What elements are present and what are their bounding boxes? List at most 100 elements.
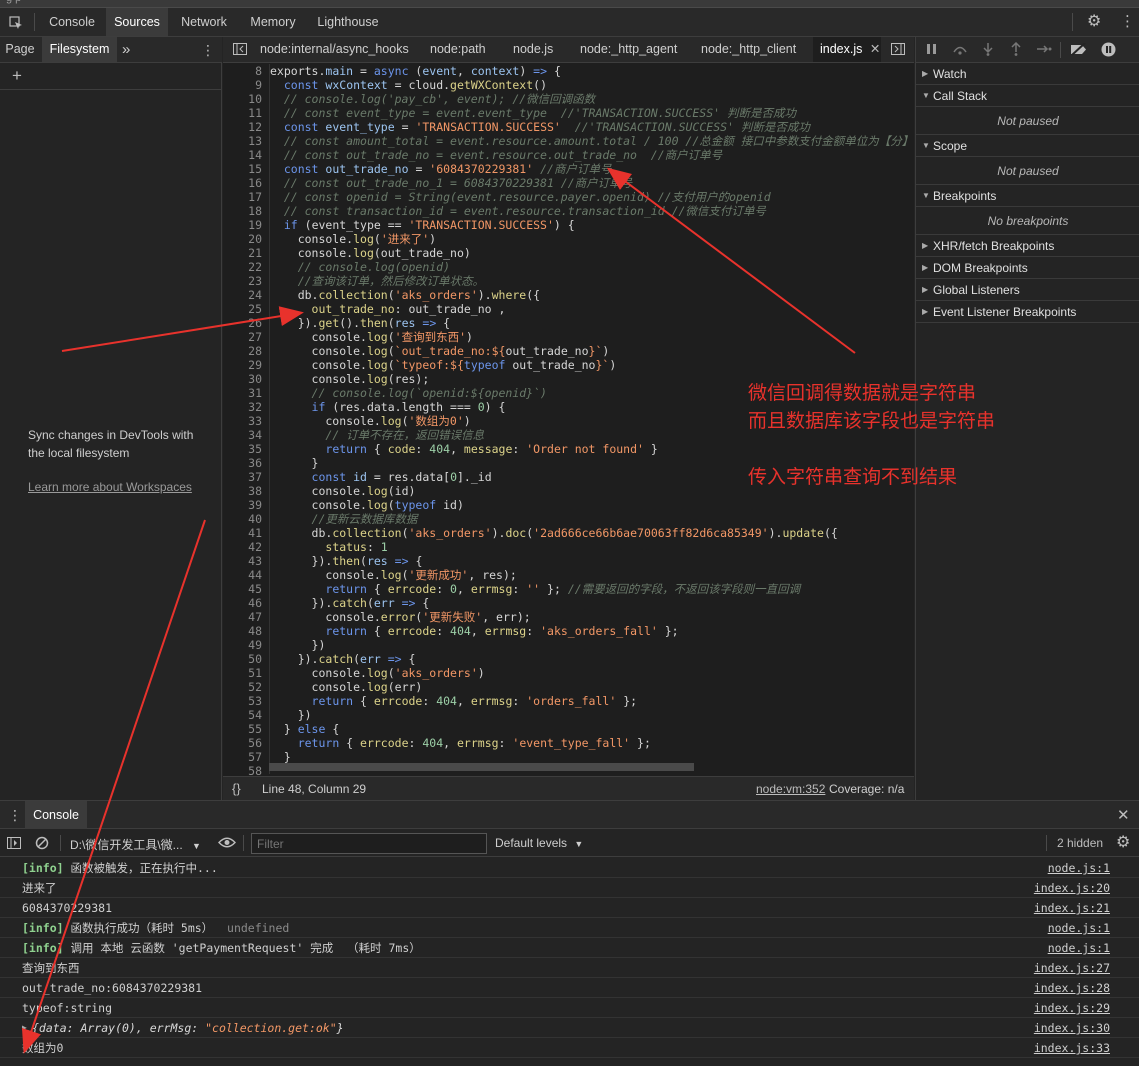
toggle-navigator-icon[interactable] [233, 43, 247, 57]
console-settings-gear-icon[interactable]: ⚙ [1116, 835, 1130, 851]
line-number[interactable]: 43 [223, 554, 266, 568]
line-number[interactable]: 47 [223, 610, 266, 624]
line-number[interactable]: 15 [223, 162, 266, 176]
more-tabs-chevron-icon[interactable]: » [122, 37, 138, 62]
line-number[interactable]: 36 [223, 456, 266, 470]
close-drawer-icon[interactable]: ✕ [1117, 808, 1130, 823]
tab-lighthouse[interactable]: Lighthouse [310, 8, 386, 36]
console-filter-input[interactable] [251, 833, 487, 854]
line-number[interactable]: 28 [223, 344, 266, 358]
file-tab-index[interactable]: index.js ✕ [813, 37, 881, 62]
line-number[interactable]: 31 [223, 386, 266, 400]
line-number[interactable]: 52 [223, 680, 266, 694]
line-number[interactable]: 16 [223, 176, 266, 190]
line-number[interactable]: 37 [223, 470, 266, 484]
file-tab-http-agent[interactable]: node:_http_agent [580, 37, 677, 62]
pause-icon[interactable] [926, 43, 938, 57]
line-number[interactable]: 23 [223, 274, 266, 288]
line-number[interactable]: 56 [223, 736, 266, 750]
console-source-link[interactable]: index.js:33 [1034, 1038, 1110, 1058]
line-number[interactable]: 18 [223, 204, 266, 218]
line-number[interactable]: 10 [223, 92, 266, 106]
line-number[interactable]: 54 [223, 708, 266, 722]
pause-on-exceptions-icon[interactable] [1101, 42, 1116, 59]
file-tab-path[interactable]: node:path [430, 37, 486, 62]
learn-workspaces-link[interactable]: Learn more about Workspaces [28, 480, 192, 494]
line-number[interactable]: 41 [223, 526, 266, 540]
console-source-link[interactable]: node.js:1 [1048, 918, 1110, 938]
drawer-menu-icon[interactable]: ⋮ [8, 808, 22, 822]
section-global-listeners[interactable]: ▶ Global Listeners [916, 279, 1139, 301]
execution-context-select[interactable]: D:\微信开发工具\微... ▼ [70, 836, 201, 853]
console-source-link[interactable]: index.js:20 [1034, 878, 1110, 898]
line-number[interactable]: 12 [223, 120, 266, 134]
file-tab-node[interactable]: node.js [513, 37, 553, 62]
line-number[interactable]: 50 [223, 652, 266, 666]
line-number[interactable]: 32 [223, 400, 266, 414]
section-watch[interactable]: ▶ Watch [916, 63, 1139, 85]
line-number[interactable]: 26 [223, 316, 266, 330]
line-number[interactable]: 55 [223, 722, 266, 736]
line-number[interactable]: 45 [223, 582, 266, 596]
line-number[interactable]: 11 [223, 106, 266, 120]
source-location-link[interactable]: node:vm:352 [756, 782, 825, 796]
line-number[interactable]: 9 [223, 78, 266, 92]
step-icon[interactable] [1036, 43, 1052, 57]
console-source-link[interactable]: node.js:1 [1048, 858, 1110, 878]
step-out-icon[interactable] [1010, 41, 1022, 58]
line-number[interactable]: 35 [223, 442, 266, 456]
line-number[interactable]: 25 [223, 302, 266, 316]
line-number[interactable]: 40 [223, 512, 266, 526]
tab-console[interactable]: Console [40, 8, 104, 36]
section-breakpoints[interactable]: ▼ Breakpoints [916, 185, 1139, 207]
more-options-icon[interactable]: ⋮ [1120, 14, 1135, 29]
line-number[interactable]: 38 [223, 484, 266, 498]
line-number[interactable]: 17 [223, 190, 266, 204]
horizontal-scrollbar[interactable] [269, 763, 694, 771]
line-number[interactable]: 42 [223, 540, 266, 554]
line-number[interactable]: 24 [223, 288, 266, 302]
console-source-link[interactable]: index.js:29 [1034, 998, 1110, 1018]
toggle-debugger-icon[interactable] [891, 43, 905, 57]
line-number[interactable]: 27 [223, 330, 266, 344]
tab-network[interactable]: Network [172, 8, 236, 36]
line-number[interactable]: 22 [223, 260, 266, 274]
line-number[interactable]: 53 [223, 694, 266, 708]
line-number[interactable]: 57 [223, 750, 266, 764]
console-source-link[interactable]: index.js:21 [1034, 898, 1110, 918]
section-scope[interactable]: ▼ Scope [916, 135, 1139, 157]
line-number[interactable]: 44 [223, 568, 266, 582]
console-source-link[interactable]: index.js:27 [1034, 958, 1110, 978]
section-call-stack[interactable]: ▼ Call Stack [916, 85, 1139, 107]
clear-console-icon[interactable] [35, 836, 49, 852]
close-tab-icon[interactable]: ✕ [870, 42, 880, 56]
line-number[interactable]: 29 [223, 358, 266, 372]
line-number[interactable]: 46 [223, 596, 266, 610]
line-number[interactable]: 39 [223, 498, 266, 512]
section-xhr-breakpoints[interactable]: ▶ XHR/fetch Breakpoints [916, 235, 1139, 257]
tab-sources[interactable]: Sources [106, 8, 168, 36]
tab-page[interactable]: Page [0, 37, 40, 62]
pretty-print-braces-icon[interactable]: {} [232, 781, 241, 796]
line-number[interactable]: 13 [223, 134, 266, 148]
section-event-listener-breakpoints[interactable]: ▶ Event Listener Breakpoints [916, 301, 1139, 323]
expand-object-triangle-icon[interactable]: ▶ [22, 1018, 27, 1038]
line-number[interactable]: 20 [223, 232, 266, 246]
tab-memory[interactable]: Memory [242, 8, 304, 36]
file-tab-async-hooks[interactable]: node:internal/async_hooks [260, 37, 409, 62]
add-folder-plus-icon[interactable]: + [12, 67, 22, 84]
console-source-link[interactable]: index.js:30 [1034, 1018, 1110, 1038]
line-number[interactable]: 34 [223, 428, 266, 442]
section-dom-breakpoints[interactable]: ▶ DOM Breakpoints [916, 257, 1139, 279]
console-source-link[interactable]: node.js:1 [1048, 938, 1110, 958]
navigator-menu-icon[interactable]: ⋮ [201, 43, 215, 57]
step-into-icon[interactable] [982, 42, 994, 58]
line-number[interactable]: 21 [223, 246, 266, 260]
line-number[interactable]: 19 [223, 218, 266, 232]
line-number[interactable]: 8 [223, 64, 266, 78]
drawer-tab-console[interactable]: Console [25, 801, 87, 829]
line-number[interactable]: 48 [223, 624, 266, 638]
tab-filesystem[interactable]: Filesystem [42, 37, 117, 62]
line-number[interactable]: 51 [223, 666, 266, 680]
inspect-element-icon[interactable] [9, 16, 23, 32]
